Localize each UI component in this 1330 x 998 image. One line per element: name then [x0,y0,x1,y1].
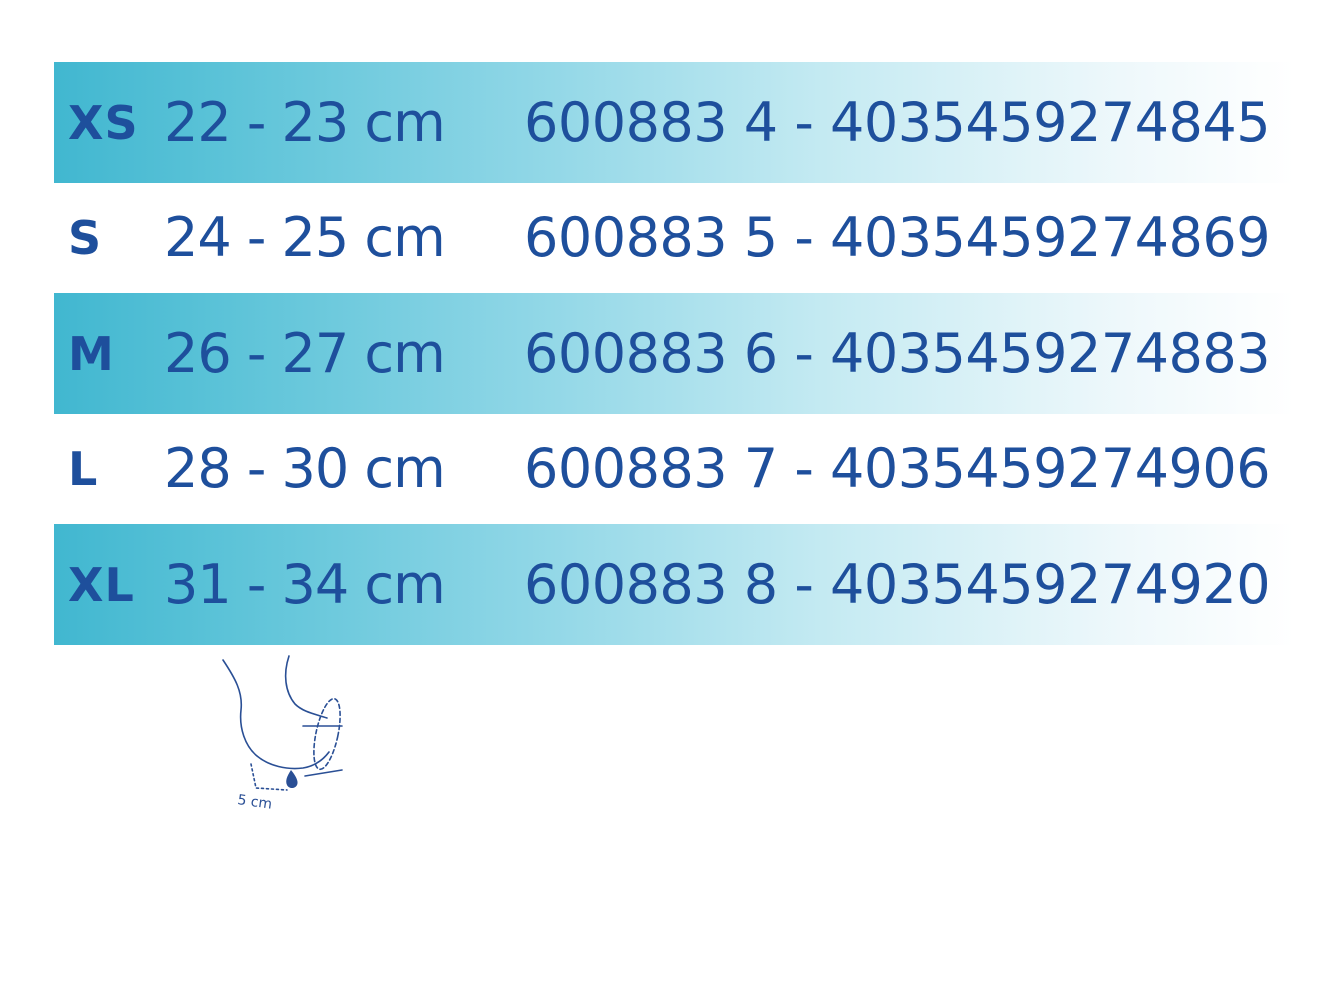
size-range: 26 - 27 cm [164,321,446,385]
size-row-m: M 26 - 27 cm 600883 6 - 4035459274883 [54,293,1294,414]
size-label: L [68,442,99,496]
elbow-measurement-icon: 5 cm [215,652,350,822]
article-code: 600883 6 - 4035459274883 [524,321,1271,385]
article-code: 600883 7 - 4035459274906 [524,437,1271,500]
article-code: 600883 5 - 4035459274869 [524,206,1271,269]
article-code: 600883 4 - 4035459274845 [524,90,1271,154]
size-range: 22 - 23 cm [164,90,446,154]
size-label: S [68,211,103,265]
size-row-s: S 24 - 25 cm 600883 5 - 4035459274869 [54,183,1294,293]
size-label: XS [68,95,139,150]
size-range: 24 - 25 cm [164,206,446,269]
size-row-xs: XS 22 - 23 cm 600883 4 - 4035459274845 [54,62,1294,183]
size-table: XS 22 - 23 cm 600883 4 - 4035459274845 S… [54,62,1294,645]
size-range: 31 - 34 cm [164,552,446,616]
article-code: 600883 8 - 4035459274920 [524,552,1271,616]
size-label: M [68,326,115,381]
size-row-l: L 28 - 30 cm 600883 7 - 4035459274906 [54,414,1294,524]
size-label: XL [68,557,135,612]
size-row-xl: XL 31 - 34 cm 600883 8 - 4035459274920 [54,524,1294,645]
size-range: 28 - 30 cm [164,437,446,500]
measurement-label: 5 cm [236,792,273,813]
